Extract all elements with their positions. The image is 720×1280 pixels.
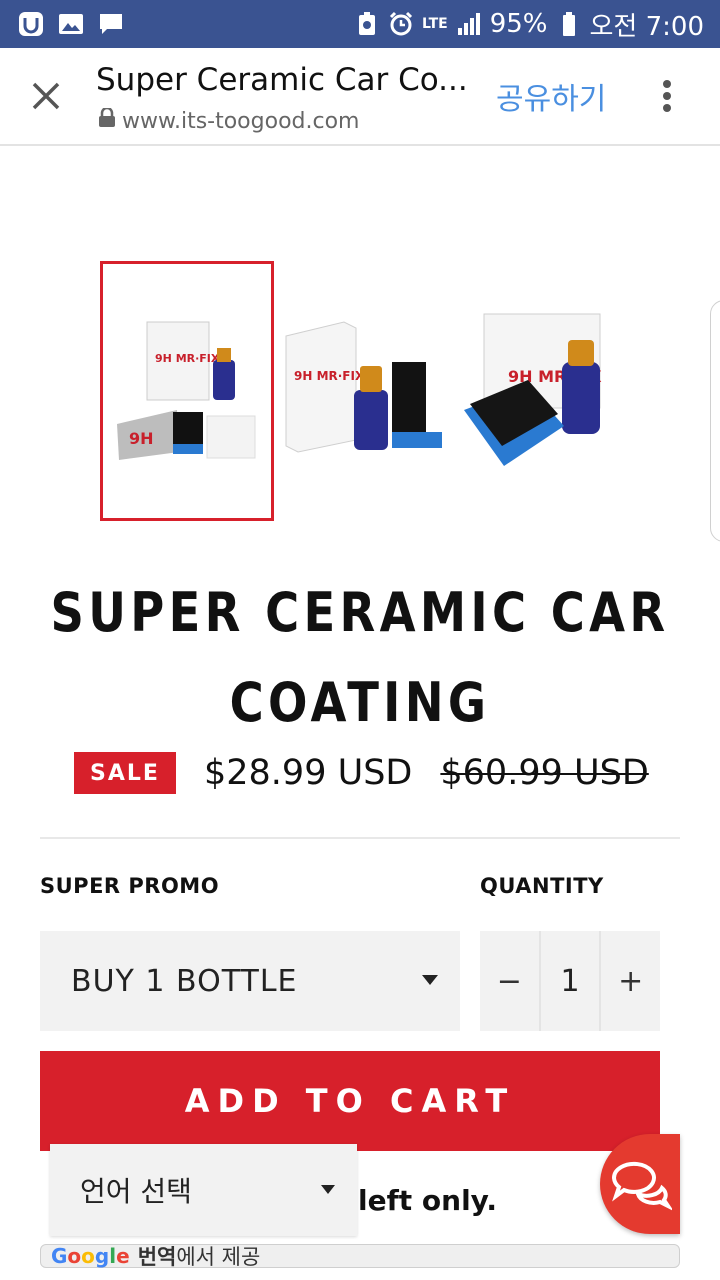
pouch-label-text: 9H xyxy=(129,429,154,448)
box-label-text: 9H MR·FIX xyxy=(155,352,220,365)
language-select-value: 언어 선택 xyxy=(80,1175,192,1208)
quantity-decrease-button[interactable]: − xyxy=(480,931,539,1031)
network-type: LTE xyxy=(421,16,448,32)
divider xyxy=(40,837,680,839)
page-title: Super Ceramic Car Co... xyxy=(96,62,468,98)
alarm-icon xyxy=(388,11,414,37)
product-thumbnail-1-selected[interactable]: 9H MR·FIX 9H xyxy=(100,261,274,521)
price-row: SALE $28.99 USD $60.99 USD xyxy=(74,752,649,794)
chat-bubbles-icon xyxy=(611,1161,672,1211)
share-button[interactable]: 공유하기 xyxy=(496,74,606,118)
custom-tab-toolbar: Super Ceramic Car Co... www.its-toogood.… xyxy=(0,48,720,146)
more-vert-icon[interactable] xyxy=(652,74,682,118)
promo-label: SUPER PROMO xyxy=(40,874,220,898)
product-kit-image: 9H MR·FIX xyxy=(285,321,442,453)
chevron-down-icon xyxy=(422,975,438,985)
quantity-input[interactable]: 1 xyxy=(538,931,602,1031)
product-title-line-2: COATING xyxy=(229,671,491,734)
sale-badge: SALE xyxy=(74,752,176,794)
status-bar: LTE 95% 오전 7:00 xyxy=(0,0,720,48)
battery-saver-icon xyxy=(354,11,380,37)
google-translate-attribution[interactable]: Google 번역 에서 제공 xyxy=(40,1244,680,1269)
battery-icon xyxy=(556,11,582,37)
gallery-scroll-handle[interactable] xyxy=(710,300,720,542)
status-right-icons: LTE 95% 오전 7:00 xyxy=(354,6,720,43)
language-select[interactable]: 언어 선택 xyxy=(50,1144,357,1236)
promo-select-value: BUY 1 BOTTLE xyxy=(71,963,298,999)
translate-word: 번역 xyxy=(137,1245,177,1269)
compare-at-price: $60.99 USD xyxy=(440,753,649,793)
url-row[interactable]: www.its-toogood.com xyxy=(98,106,360,134)
status-left-icons xyxy=(0,11,124,37)
clock: 오전 7:00 xyxy=(589,11,705,42)
lock-icon xyxy=(98,106,116,134)
google-logo: Google xyxy=(51,1244,130,1268)
quantity-increase-button[interactable]: + xyxy=(601,931,660,1031)
quantity-label: QUANTITY xyxy=(480,874,604,898)
quantity-stepper: − 1 + xyxy=(480,931,660,1031)
battery-percent: 95% xyxy=(489,9,548,39)
close-tab-button[interactable] xyxy=(24,74,68,118)
sale-price: $28.99 USD xyxy=(204,753,413,793)
app-notification-icon xyxy=(18,11,44,37)
product-thumbnail-3[interactable]: 9H MR·FIX xyxy=(460,306,620,476)
stock-remaining-text: left only. xyxy=(358,1184,497,1217)
product-thumbnail-2[interactable]: 9H MR·FIX xyxy=(280,300,450,470)
chevron-down-icon xyxy=(321,1185,335,1194)
signal-icon xyxy=(456,11,482,37)
powered-by-text: 에서 제공 xyxy=(176,1245,261,1269)
product-title-line-1: SUPER CERAMIC CAR xyxy=(50,581,670,644)
close-icon xyxy=(32,82,60,110)
promo-select[interactable]: BUY 1 BOTTLE xyxy=(40,931,460,1031)
product-title: SUPER CERAMIC CAR COATING xyxy=(50,568,669,748)
product-kit-image: 9H MR·FIX xyxy=(464,313,602,466)
message-icon xyxy=(98,11,124,37)
url-text: www.its-toogood.com xyxy=(122,108,360,134)
add-to-cart-button[interactable]: ADD TO CART xyxy=(40,1051,660,1151)
gallery-icon xyxy=(58,11,84,37)
box-label-text: 9H MR·FIX xyxy=(294,369,365,383)
product-kit-image: 9H MR·FIX 9H xyxy=(117,321,256,460)
